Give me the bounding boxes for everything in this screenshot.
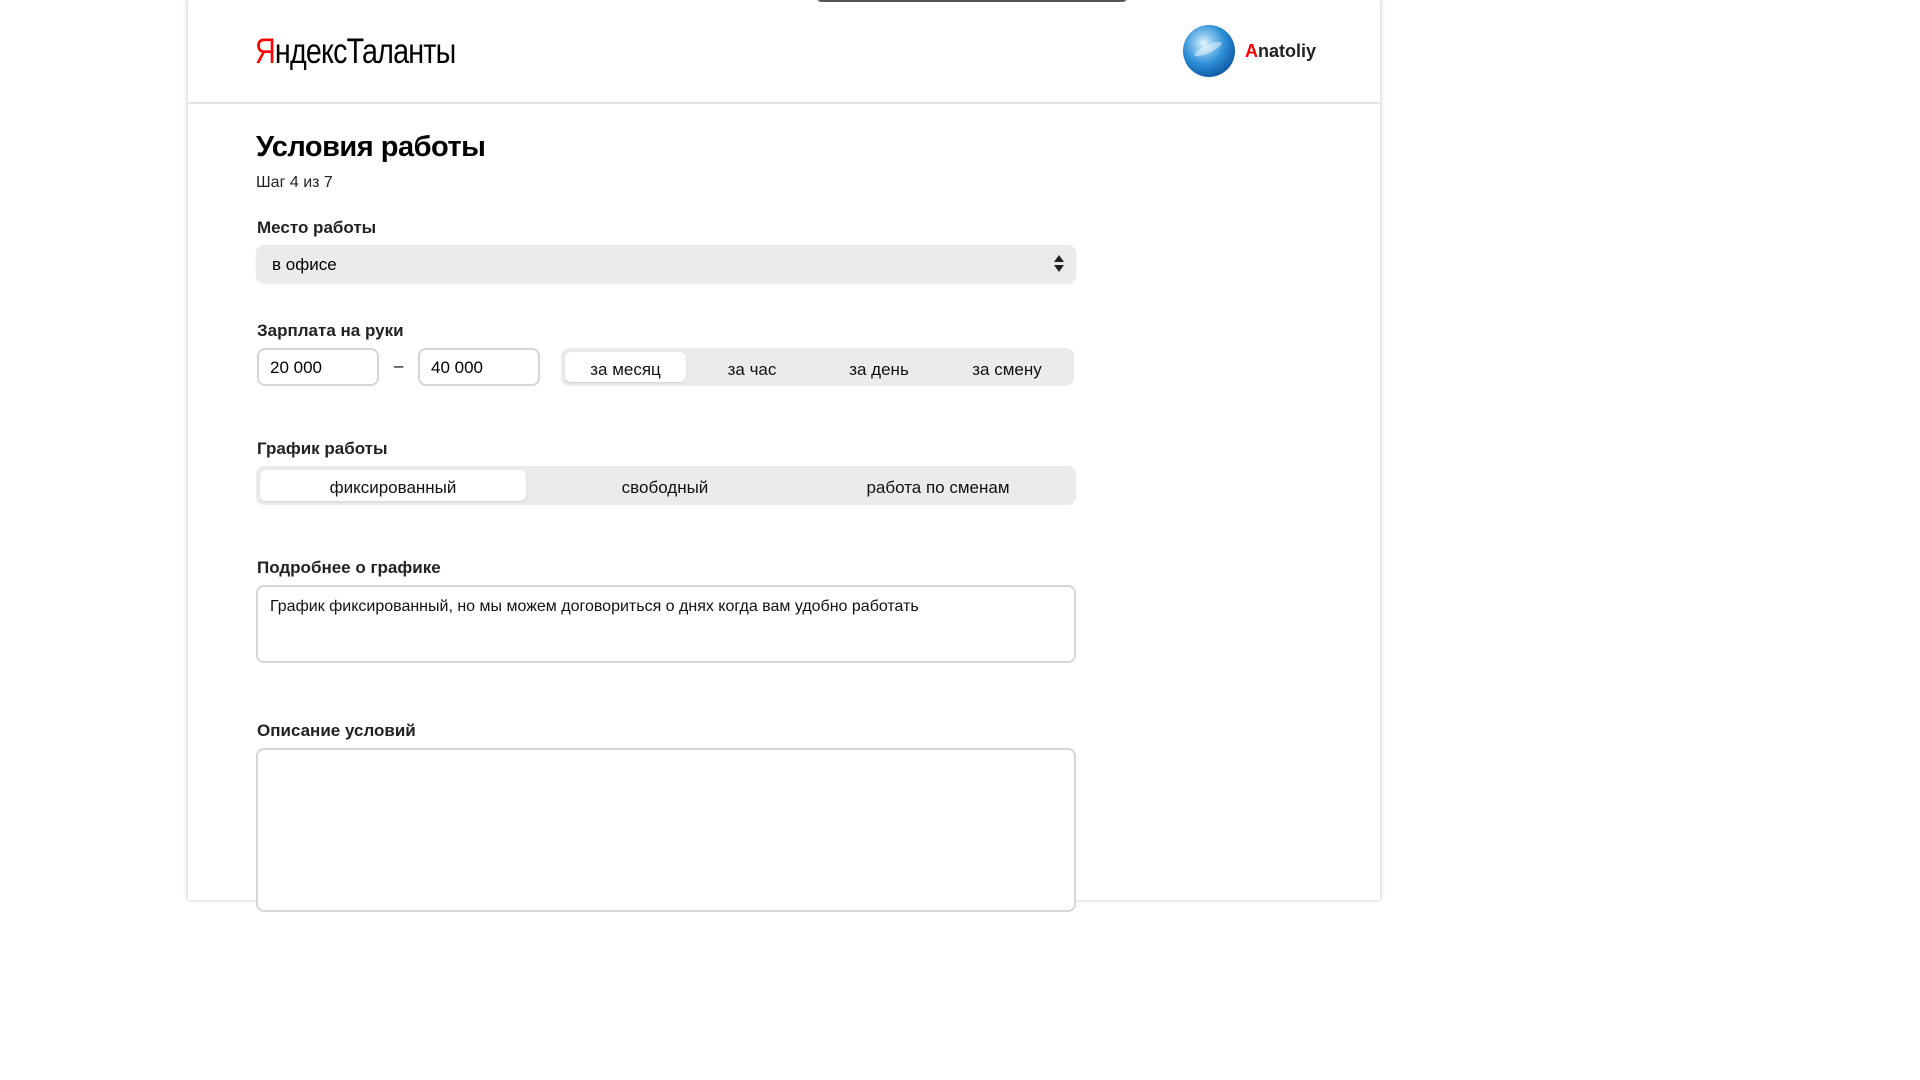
step-indicator: Шаг 4 из 7 — [256, 174, 333, 191]
schedule-label: График работы — [257, 439, 388, 458]
salary-from-input[interactable]: 20 000 — [257, 348, 379, 386]
schedule-free-option[interactable]: свободный — [530, 470, 800, 501]
user-name-first-letter: A — [1245, 41, 1258, 61]
schedule-shifts-label: работа по сменам — [866, 478, 1010, 497]
screen: ЯндексТаланты Anatoliy Условия работы Ша… — [0, 0, 1568, 912]
salary-from-value: 20 000 — [270, 358, 322, 377]
logo-product: Таланты — [346, 32, 457, 71]
salary-separator: – — [394, 356, 404, 375]
period-day-option[interactable]: за день — [817, 352, 941, 382]
select-arrows-icon — [1054, 255, 1064, 273]
workplace-select[interactable]: в офисе — [256, 245, 1076, 283]
arrow-up-icon — [1054, 255, 1064, 262]
period-hour-label: за час — [727, 360, 777, 379]
schedule-free-label: свободный — [621, 478, 709, 497]
period-month-option[interactable]: за месяц — [565, 352, 686, 382]
logo[interactable]: ЯндексТаланты — [255, 30, 457, 74]
schedule-fixed-label: фиксированный — [329, 478, 457, 497]
avatar[interactable] — [1183, 25, 1235, 77]
workplace-selected-value: в офисе — [272, 255, 337, 274]
schedule-fixed-option[interactable]: фиксированный — [260, 470, 526, 501]
schedule-details-textarea[interactable]: График фиксированный, но мы можем догово… — [256, 585, 1076, 663]
period-day-label: за день — [849, 360, 909, 379]
workplace-label: Место работы — [257, 218, 377, 237]
logo-brand-rest: ндекс — [274, 32, 348, 71]
salary-to-input[interactable]: 40 000 — [418, 348, 540, 386]
page-title: Условия работы — [256, 131, 486, 163]
salary-label: Зарплата на руки — [257, 321, 404, 340]
header: ЯндексТаланты Anatoliy — [188, 0, 1380, 104]
logo-brand-first: Я — [255, 32, 276, 71]
schedule-details-label: Подробнее о графике — [257, 558, 441, 577]
form-card: ЯндексТаланты Anatoliy Условия работы Ша… — [188, 0, 1380, 912]
salary-to-value: 40 000 — [431, 358, 483, 377]
schedule-switch: фиксированный свободный работа по сменам — [256, 466, 1076, 505]
period-shift-option[interactable]: за смену — [944, 352, 1070, 382]
user-name[interactable]: Anatoliy — [1245, 40, 1316, 62]
user-name-rest: natoliy — [1258, 41, 1317, 61]
period-hour-option[interactable]: за час — [690, 352, 814, 382]
arrow-down-icon — [1054, 265, 1064, 272]
schedule-details-value: График фиксированный, но мы можем догово… — [270, 598, 919, 615]
salary-period-switch: за месяц за час за день за смену — [561, 348, 1074, 386]
period-month-label: за месяц — [590, 360, 661, 379]
conditions-textarea[interactable] — [256, 748, 1076, 912]
schedule-shifts-option[interactable]: работа по сменам — [804, 470, 1072, 501]
period-shift-label: за смену — [972, 360, 1042, 379]
conditions-label: Описание условий — [257, 721, 416, 740]
